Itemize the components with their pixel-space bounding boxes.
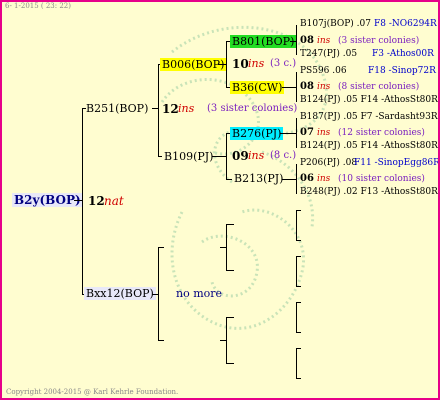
gen2-a-year: 10 (232, 57, 249, 71)
gen3-queen-b[interactable]: B36(CW) (230, 81, 285, 94)
gen4-a-bottom[interactable]: T247(PJ) .05 (300, 50, 357, 59)
gen4-b-bottom[interactable]: B124(PJ) .05 F14 -AthosSt80R (300, 96, 438, 105)
gen2-queen-b[interactable]: B109(PJ) (164, 151, 213, 162)
connector (74, 200, 82, 201)
connector (226, 224, 227, 270)
connector (296, 164, 297, 194)
gen2-b-year: 09 (232, 149, 249, 163)
gen4-a-mark: ins (317, 36, 331, 46)
connector (158, 247, 164, 248)
connector (296, 302, 301, 303)
connector (226, 133, 227, 179)
connector (226, 224, 234, 225)
connector (282, 179, 296, 180)
connector (226, 41, 227, 87)
gen4-a-top[interactable]: B107j(BOP) .07 (300, 20, 371, 29)
connector (82, 108, 83, 294)
connector (226, 179, 232, 180)
connector (226, 317, 234, 318)
connector (218, 64, 226, 65)
gen4-b-year: 08 (300, 81, 314, 92)
connector (226, 363, 234, 364)
sire-sister-note: (3 sister colonies) (207, 103, 298, 114)
gen4-b-note: (8 sister colonies) (338, 82, 420, 92)
connector (296, 348, 297, 378)
connector (296, 25, 297, 55)
connector (282, 87, 296, 88)
gen3-queen-a[interactable]: B801(BOP) (230, 35, 297, 48)
dam-note: no more (176, 287, 223, 300)
gen4-a-top-right[interactable]: F8 -NO6294R (374, 20, 437, 29)
gen4-b-top[interactable]: PS596 .06 (300, 67, 347, 76)
root-queen-name[interactable]: B2y(BOP) (12, 193, 83, 207)
gen4-b-mark: ins (317, 82, 331, 92)
connector (296, 210, 297, 240)
connector (158, 340, 164, 341)
print-date: 6- 1-2015 ( 23: 22) (5, 2, 71, 10)
connector (158, 64, 159, 156)
gen4-a-note: (3 sister colonies) (338, 36, 420, 46)
gen4-b-top-right[interactable]: F18 -Sinop72R (368, 67, 436, 76)
connector (158, 156, 162, 157)
dam-name[interactable]: Bxx12(BOP) (84, 287, 156, 300)
connector (296, 332, 301, 333)
sire-year: 12 (162, 102, 179, 116)
gen2-queen-a[interactable]: B006(BOP) (160, 58, 227, 71)
sire-mark: ins (178, 102, 195, 115)
connector (220, 340, 226, 341)
connector (296, 348, 301, 349)
gen4-c-top[interactable]: B187(PJ) .05 F7 -Sardasht93R (300, 113, 438, 122)
gen2-b-note: (8 c.) (270, 150, 297, 161)
gen4-d-year: 06 (300, 173, 314, 184)
gen4-c-mark: ins (317, 128, 331, 138)
gen2-b-mark: ins (248, 149, 265, 162)
gen3-queen-c[interactable]: B276(PJ) (230, 127, 284, 140)
connector (296, 286, 301, 287)
gen2-a-note: (3 c.) (270, 58, 297, 69)
gen2-a-mark: ins (248, 57, 265, 70)
gen4-c-year: 07 (300, 127, 314, 138)
connector (226, 317, 227, 363)
gen4-d-bottom[interactable]: B248(PJ) .02 F13 -AthosSt80R (300, 188, 438, 197)
gen4-c-note: (12 sister colonies) (338, 128, 425, 138)
connector (296, 378, 301, 379)
copyright-footer: Copyright 2004-2015 @ Karl Kehrle Founda… (6, 388, 179, 396)
gen4-d-mark: ins (317, 174, 331, 184)
pedigree-frame: 6- 1-2015 ( 23: 22) B2y(BOP) 12 nat B251… (0, 0, 440, 400)
connector (280, 133, 296, 134)
root-mark: nat (104, 194, 124, 208)
gen4-a-bottom-right[interactable]: F3 -Athos00R (372, 50, 434, 59)
root-year: 12 (88, 194, 105, 208)
gen4-c-bottom[interactable]: B124(PJ) .05 F14 -AthosSt80R (300, 142, 438, 151)
connector (296, 72, 297, 102)
connector (226, 270, 234, 271)
connector (296, 302, 297, 332)
gen3-queen-d[interactable]: B213(PJ) (234, 173, 283, 184)
connector (296, 256, 301, 257)
connector (296, 118, 297, 148)
connector (158, 247, 159, 340)
sire-name[interactable]: B251(BOP) (86, 103, 148, 114)
gen4-d-note: (10 sister colonies) (338, 174, 425, 184)
connector (212, 156, 226, 157)
gen4-d-top-right[interactable]: F11 -SinopEgg86R (354, 159, 438, 168)
connector (296, 240, 301, 241)
connector (220, 247, 226, 248)
connector (296, 210, 301, 211)
connector (296, 256, 297, 286)
gen4-d-top[interactable]: P206(PJ) .08 (300, 159, 357, 168)
gen4-a-year: 08 (300, 35, 314, 46)
